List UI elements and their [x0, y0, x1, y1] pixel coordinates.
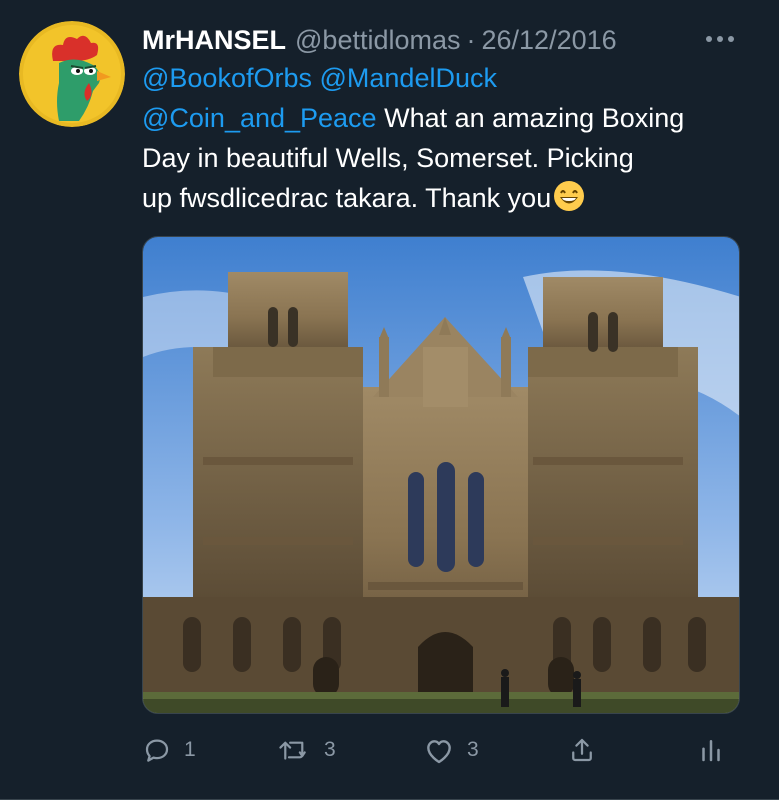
retweet-count: 3 [324, 738, 336, 761]
tweet-text-segment: What an amazing Boxing [376, 103, 685, 133]
reply-button[interactable]: 1 [142, 728, 196, 772]
tweet[interactable]: MrHANSEL @bettidlomas · 26/12/2016 @Book… [0, 0, 779, 800]
display-name[interactable]: MrHANSEL [142, 25, 286, 56]
analytics-icon [698, 735, 724, 765]
retweet-icon [278, 735, 312, 765]
mention-link[interactable]: @MandelDuck [320, 63, 497, 93]
tweet-photo[interactable] [142, 236, 740, 714]
more-icon[interactable] [700, 24, 740, 54]
reply-count: 1 [184, 738, 196, 761]
share-button[interactable] [567, 728, 597, 772]
grinning-face-emoji-icon [553, 180, 585, 223]
mention-link[interactable]: @BookofOrbs [142, 63, 312, 93]
separator-dot: · [466, 24, 476, 55]
tweet-date[interactable]: 26/12/2016 [482, 25, 617, 56]
mention-link[interactable]: @Coin_and_Peace [142, 103, 377, 133]
retweet-button[interactable]: 3 [278, 728, 336, 772]
tweet-actions: 1 3 3 [142, 728, 742, 772]
user-handle[interactable]: @bettidlomas [295, 25, 460, 56]
like-button[interactable]: 3 [423, 728, 479, 772]
like-count: 3 [467, 738, 479, 761]
avatar[interactable] [19, 21, 125, 127]
tweet-text-segment: up fwsdlicedrac takara. Thank you [142, 183, 552, 213]
tweet-text: @BookofOrbs @MandelDuck @Coin_and_Peace … [142, 58, 757, 223]
like-icon [423, 735, 455, 765]
reply-icon [142, 735, 172, 765]
tweet-text-segment: Day in beautiful Wells, Somerset. Pickin… [142, 143, 634, 173]
share-icon [567, 735, 597, 765]
analytics-button[interactable] [698, 728, 724, 772]
tweet-header: MrHANSEL @bettidlomas · 26/12/2016 [142, 20, 739, 60]
